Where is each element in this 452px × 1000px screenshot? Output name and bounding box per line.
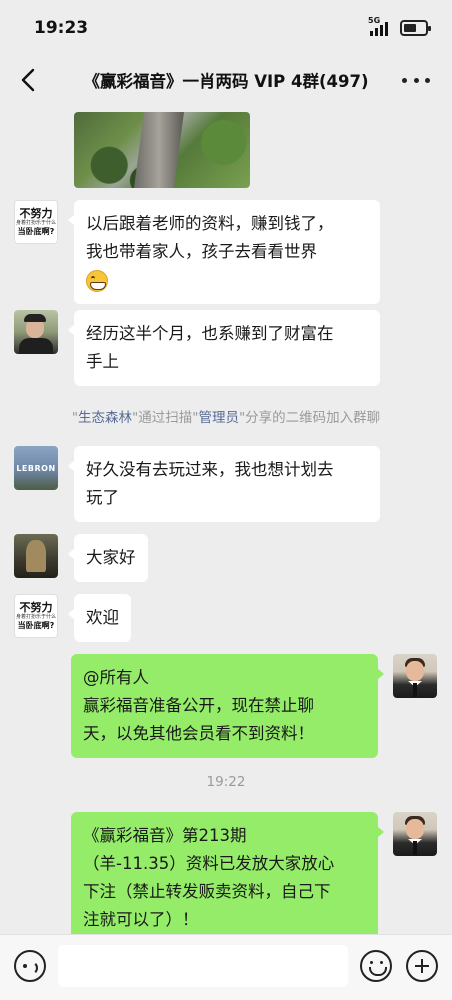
message-bubble[interactable]: 好久没有去玩过来，我也想计划去 玩了 xyxy=(68,446,380,522)
chat-message: @所有人 赢彩福音准备公开，现在禁止聊 天，以免其他会员看不到资料！ xyxy=(0,654,452,758)
message-line: 好久没有去玩过来，我也想计划去 xyxy=(86,460,334,479)
chat-title: 《赢彩福音》一肖两码 VIP 4群(497) xyxy=(83,72,369,91)
back-button[interactable] xyxy=(16,66,44,94)
message-bubble[interactable]: 以后跟着老师的资料，赚到钱了， 我也带着家人，孩子去看看世界 xyxy=(68,200,380,304)
chevron-left-icon xyxy=(21,68,35,92)
message-line: 以后跟着老师的资料，赚到钱了， xyxy=(86,214,334,233)
message-bubble[interactable]: 大家好 xyxy=(68,534,148,582)
avatar[interactable] xyxy=(14,310,58,354)
chat-header: 《赢彩福音》一肖两码 VIP 4群(497) xyxy=(0,56,452,104)
chat-message: 《赢彩福音》第213期 （羊-11.35）资料已发放大家放心 下注（禁止转发贩卖… xyxy=(0,812,452,934)
avatar[interactable]: 不努力 身着打扮乐于什么 当卧底啊? xyxy=(14,594,58,638)
message-line: 玩了 xyxy=(86,488,119,507)
user-link[interactable]: 生态森林 xyxy=(78,410,132,426)
avatar[interactable] xyxy=(393,812,437,856)
message-line: 欢迎 xyxy=(86,608,119,627)
timestamp: 19:22 xyxy=(206,774,246,790)
avatar[interactable] xyxy=(14,534,58,578)
avatar[interactable]: 不努力 身着打扮乐于什么 当卧底啊? xyxy=(14,200,58,244)
plus-icon[interactable] xyxy=(406,950,438,982)
signal-icon: 5G xyxy=(368,16,388,36)
message-bubble[interactable]: 经历这半个月，也系赚到了财富在 手上 xyxy=(68,310,380,386)
status-time: 19:23 xyxy=(34,18,89,38)
image-message[interactable] xyxy=(74,112,250,188)
voice-icon[interactable] xyxy=(14,950,46,982)
message-line: 大家好 xyxy=(86,548,136,567)
message-line: 我也带着家人，孩子去看看世界 xyxy=(86,242,317,261)
message-bubble[interactable]: 欢迎 xyxy=(68,594,131,642)
input-bar xyxy=(0,934,452,1000)
avatar[interactable]: LEBRON xyxy=(14,446,58,490)
more-dots-icon xyxy=(402,77,407,83)
avatar[interactable] xyxy=(393,654,437,698)
user-link[interactable]: 管理员 xyxy=(198,410,239,426)
message-line: 赢彩福音准备公开，现在禁止聊 xyxy=(83,696,314,715)
message-line: @所有人 xyxy=(83,668,149,687)
message-bubble[interactable]: @所有人 赢彩福音准备公开，现在禁止聊 天，以免其他会员看不到资料！ xyxy=(71,654,384,758)
message-line: 下注（禁止转发贩卖资料，自己下 xyxy=(83,882,331,901)
network-label: 5G xyxy=(368,16,381,25)
status-icons: 5G xyxy=(368,16,431,36)
chat-area[interactable]: 不努力 身着打扮乐于什么 当卧底啊? 以后跟着老师的资料，赚到钱了， 我也带着家… xyxy=(0,104,452,934)
battery-icon xyxy=(400,20,431,36)
message-line: 注就可以了）！ xyxy=(83,910,199,929)
message-line: 手上 xyxy=(86,352,119,371)
message-input[interactable] xyxy=(58,945,348,987)
message-line: （羊-11.35）资料已发放大家放心 xyxy=(83,854,335,873)
message-line: 《赢彩福音》第213期 xyxy=(83,826,247,845)
more-button[interactable] xyxy=(402,66,430,94)
chat-message: 经历这半个月，也系赚到了财富在 手上 xyxy=(0,310,452,386)
status-bar: 19:23 5G xyxy=(0,0,452,56)
chat-message: 大家好 xyxy=(0,534,452,582)
grin-emoji-icon xyxy=(86,269,108,292)
message-line: 经历这半个月，也系赚到了财富在 xyxy=(86,324,334,343)
message-line: 天，以免其他会员看不到资料！ xyxy=(83,724,314,743)
emoji-icon[interactable] xyxy=(360,950,392,982)
message-bubble[interactable]: 《赢彩福音》第213期 （羊-11.35）资料已发放大家放心 下注（禁止转发贩卖… xyxy=(71,812,384,934)
system-message: "生态森林"通过扫描"管理员"分享的二维码加入群聊 xyxy=(71,410,381,426)
